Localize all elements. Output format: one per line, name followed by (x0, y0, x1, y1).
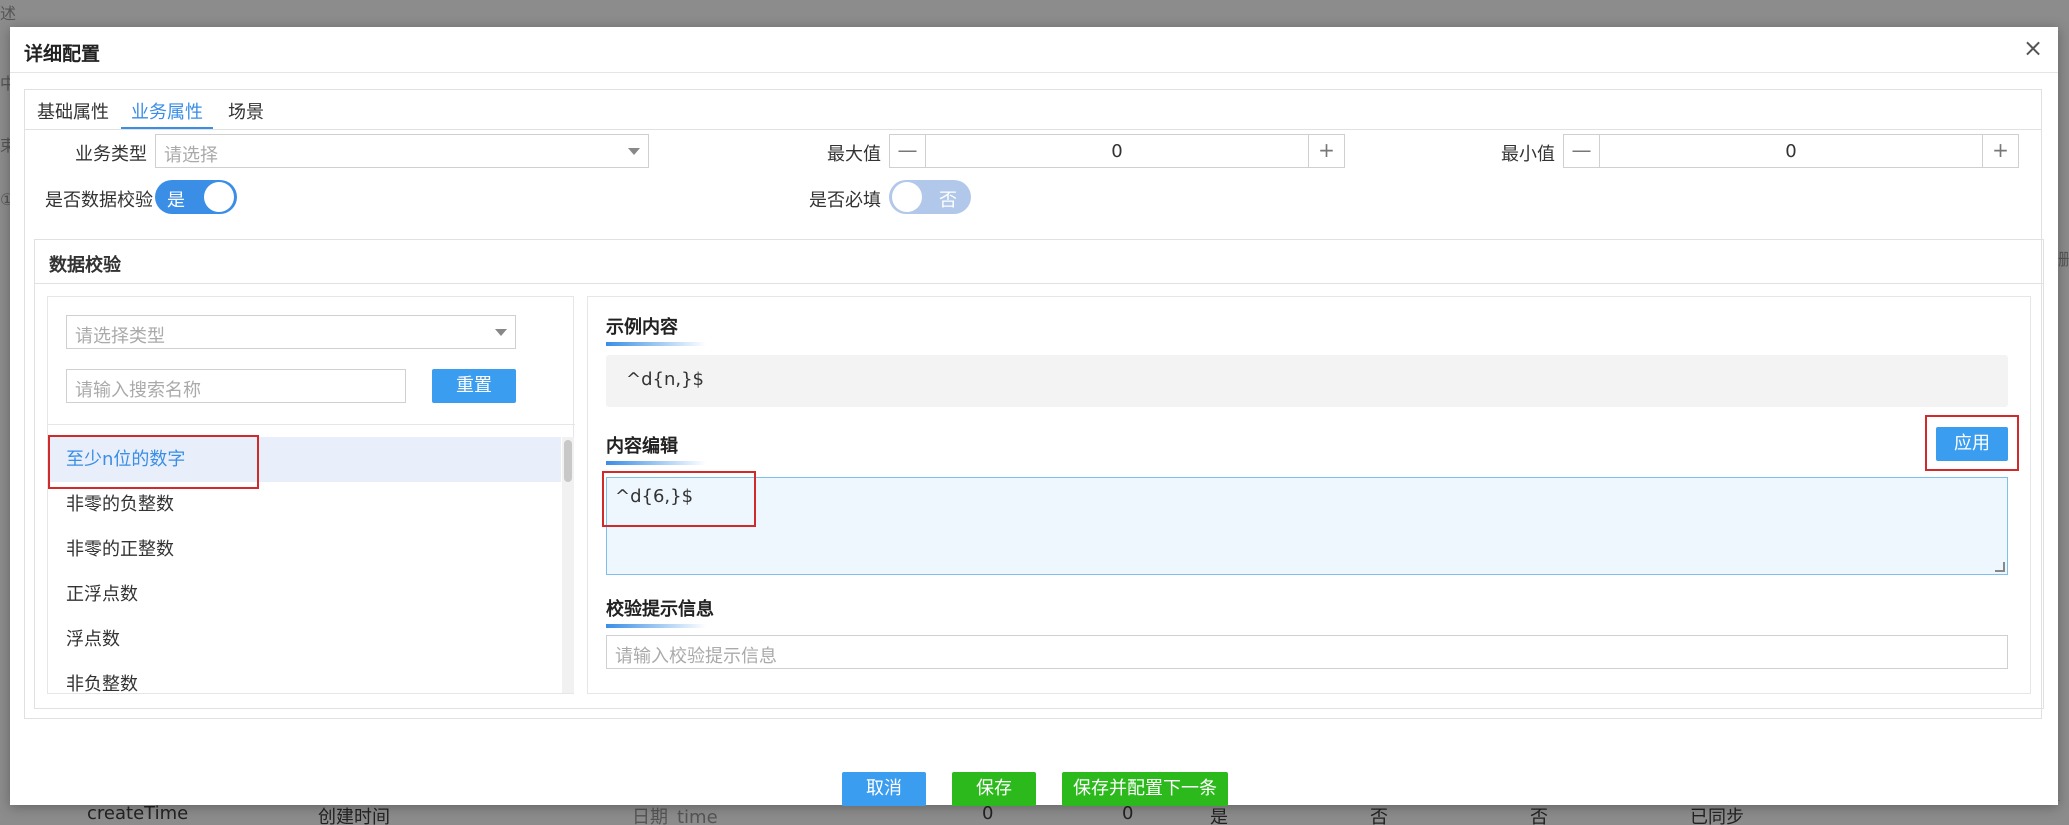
rule-search-placeholder: 请输入搜索名称 (75, 380, 201, 401)
min-value-input[interactable]: 0 (1600, 141, 1982, 162)
section-title: 数据校验 (49, 255, 121, 276)
max-value-stepper[interactable]: — 0 + (889, 134, 1345, 168)
data-validation-section: 数据校验 请选择类型 请输入搜索名称 重置 至少n位的数字 非零的负整数 非零的… (34, 239, 2044, 709)
background-right-text: 删 (2058, 250, 2069, 269)
list-item[interactable]: 正浮点数 (48, 572, 561, 617)
business-type-label: 业务类型 (75, 144, 147, 165)
list-scrollbar[interactable] (562, 437, 574, 693)
table-cell: 已同步 (1690, 807, 1744, 825)
edit-title-text: 内容编辑 (606, 436, 678, 457)
table-cell: 否 (1530, 807, 1548, 825)
close-icon[interactable]: × (2020, 35, 2046, 61)
chevron-down-icon (628, 148, 640, 155)
max-value-input[interactable]: 0 (926, 141, 1308, 162)
table-cell: 否 (1370, 807, 1388, 825)
content-edit-textarea[interactable]: ^d{6,}$ (606, 477, 2008, 575)
title-underline (606, 461, 706, 465)
rule-type-placeholder: 请选择类型 (75, 326, 165, 347)
table-cell: 是 (1210, 807, 1228, 825)
min-value-label: 最小值 (1501, 144, 1555, 165)
section-header: 数据校验 (35, 240, 2043, 284)
background-left-text: 述 (0, 4, 17, 23)
rule-search-input[interactable]: 请输入搜索名称 (66, 369, 406, 403)
example-title: 示例内容 (606, 313, 706, 346)
dialog-header: 详细配置 × (10, 27, 2058, 73)
example-title-text: 示例内容 (606, 317, 678, 338)
table-cell: 日期_time (632, 807, 718, 825)
save-and-next-button[interactable]: 保存并配置下一条 (1062, 772, 1228, 806)
plus-icon[interactable]: + (1982, 135, 2018, 167)
switch-knob (892, 182, 922, 212)
title-underline (606, 624, 706, 628)
rule-type-select[interactable]: 请选择类型 (66, 315, 516, 349)
max-value-label: 最大值 (827, 144, 881, 165)
rule-editor-card: 示例内容 ^d{n,}$ 内容编辑 应用 ^d{6,}$ 校验提示信息 请输入校… (587, 296, 2031, 694)
example-content-box: ^d{n,}$ (606, 355, 2008, 407)
business-type-select[interactable]: 请选择 (155, 134, 649, 168)
list-item[interactable]: 浮点数 (48, 617, 561, 662)
tab-bar: 基础属性 业务属性 场景 (25, 90, 2041, 130)
required-switch[interactable]: 否 (889, 180, 971, 214)
annotation-box (48, 435, 259, 489)
table-cell: 0 (982, 803, 994, 824)
table-cell: createTime (87, 803, 189, 824)
dialog-title: 详细配置 (24, 43, 101, 65)
data-validation-switch[interactable]: 是 (155, 180, 237, 214)
plus-icon[interactable]: + (1308, 135, 1344, 167)
table-cell: 创建时间 (318, 807, 390, 825)
switch-knob (204, 182, 234, 212)
resize-grip-icon[interactable] (1995, 562, 2005, 572)
rule-filter-area: 请选择类型 请输入搜索名称 重置 (48, 297, 575, 425)
switch-text: 否 (939, 190, 957, 211)
title-underline (606, 342, 706, 346)
reset-button[interactable]: 重置 (432, 369, 516, 403)
tab-scenario[interactable]: 场景 (228, 98, 264, 129)
cancel-button[interactable]: 取消 (842, 772, 926, 806)
rule-list-card: 请选择类型 请输入搜索名称 重置 至少n位的数字 非零的负整数 非零的正整数 正… (47, 296, 575, 694)
hint-placeholder: 请输入校验提示信息 (615, 646, 777, 667)
hint-title: 校验提示信息 (606, 595, 714, 628)
business-type-placeholder: 请选择 (164, 145, 218, 166)
switch-text: 是 (167, 190, 185, 211)
hint-input[interactable]: 请输入校验提示信息 (606, 635, 2008, 669)
example-content: ^d{n,}$ (626, 369, 704, 390)
annotation-box (602, 471, 756, 527)
list-item[interactable]: 非零的正整数 (48, 527, 561, 572)
tab-basic-properties[interactable]: 基础属性 (37, 98, 109, 129)
min-value-stepper[interactable]: — 0 + (1563, 134, 2019, 168)
edit-title: 内容编辑 (606, 432, 706, 465)
data-validation-label: 是否数据校验 (45, 190, 153, 211)
save-button[interactable]: 保存 (952, 772, 1036, 806)
minus-icon[interactable]: — (1564, 135, 1600, 167)
annotation-box (1925, 415, 2019, 471)
chevron-down-icon (495, 329, 507, 336)
scroll-thumb[interactable] (564, 440, 572, 482)
minus-icon[interactable]: — (890, 135, 926, 167)
list-item[interactable]: 非负整数 (48, 662, 561, 693)
hint-title-text: 校验提示信息 (606, 599, 714, 620)
required-label: 是否必填 (809, 190, 881, 211)
tab-business-properties[interactable]: 业务属性 (121, 98, 213, 129)
table-cell: 0 (1122, 803, 1134, 824)
detail-config-dialog: 详细配置 × 基础属性 业务属性 场景 业务类型 请选择 最大值 — 0 + 最… (10, 27, 2058, 806)
